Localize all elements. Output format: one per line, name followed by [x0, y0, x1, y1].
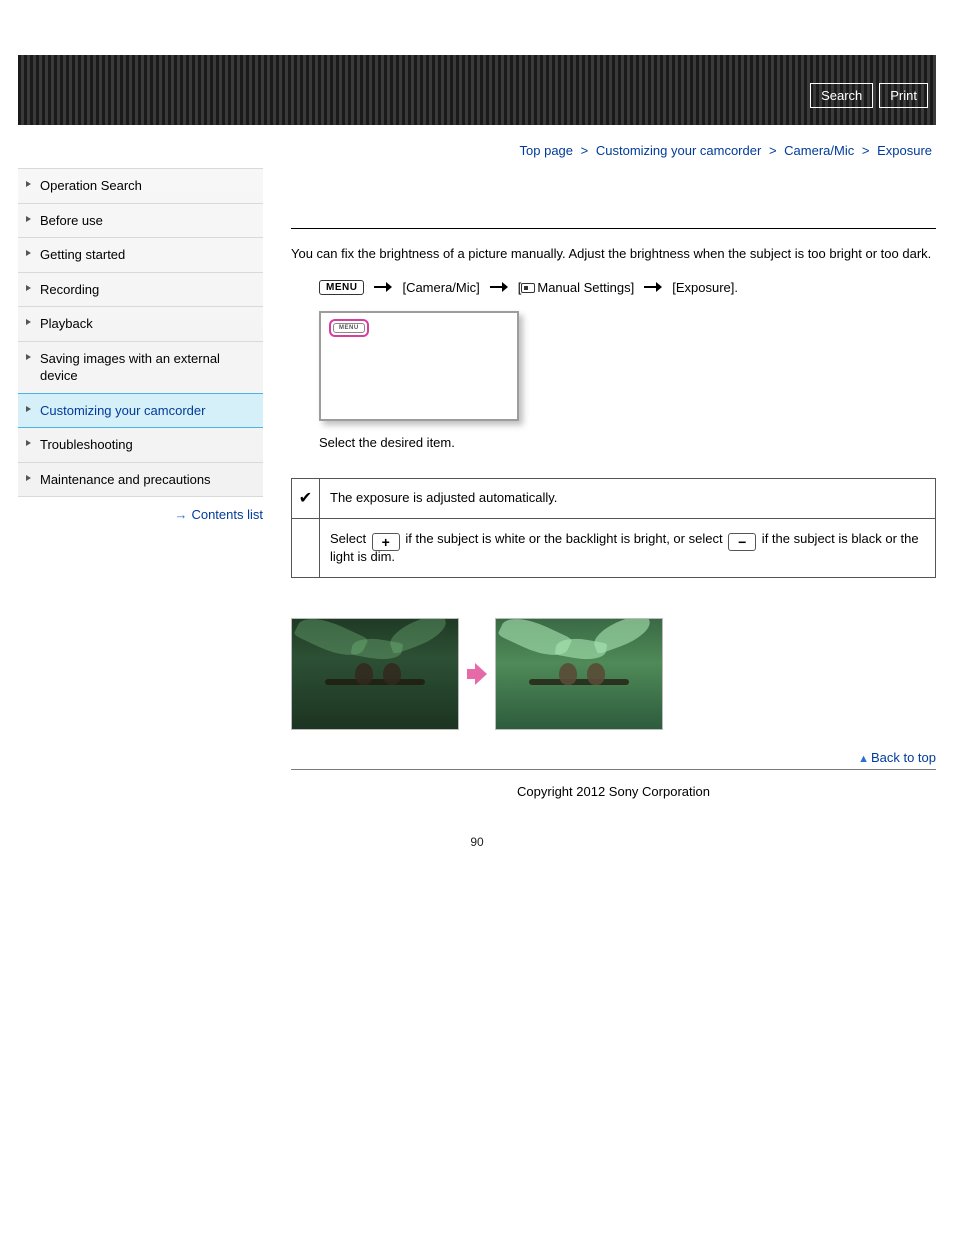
breadcrumb-exposure[interactable]: Exposure [877, 143, 932, 158]
text-fragment: if the subject is white or the backlight… [402, 531, 726, 546]
caption-text: Select the desired item. [291, 435, 936, 450]
sidebar-item-before-use[interactable]: Before use [18, 204, 263, 239]
menu-navigation-path: MENU [Camera/Mic] [Manual Settings] [Exp… [291, 280, 936, 295]
sidebar-item-label: Getting started [40, 247, 125, 262]
breadcrumb-sep: > [862, 143, 870, 158]
arrow-right-icon [644, 283, 662, 291]
arrow-right-icon: → [174, 507, 187, 522]
sidebar-item-maintenance[interactable]: Maintenance and precautions [18, 463, 263, 498]
path-step: [Exposure]. [672, 280, 738, 295]
empty-cell [292, 518, 320, 578]
print-button[interactable]: Print [879, 83, 928, 108]
table-row: Select + if the subject is white or the … [292, 518, 936, 578]
sidebar-item-getting-started[interactable]: Getting started [18, 238, 263, 273]
sidebar-item-troubleshooting[interactable]: Troubleshooting [18, 428, 263, 463]
lcd-screen-illustration: MENU [319, 311, 519, 421]
breadcrumb: Top page > Customizing your camcorder > … [18, 125, 936, 168]
sidebar-item-label: Maintenance and precautions [40, 472, 211, 487]
back-to-top-link[interactable]: ▲Back to top [858, 750, 936, 765]
contents-list-label: Contents list [191, 507, 263, 522]
breadcrumb-sep: > [769, 143, 777, 158]
breadcrumb-customizing[interactable]: Customizing your camcorder [596, 143, 761, 158]
arrow-right-icon [467, 661, 487, 687]
sidebar-item-label: Saving images with an external device [40, 351, 220, 384]
options-table: ✔ The exposure is adjusted automatically… [291, 478, 936, 578]
table-row: ✔ The exposure is adjusted automatically… [292, 478, 936, 518]
arrow-right-icon [490, 283, 508, 291]
sidebar-item-label: Operation Search [40, 178, 142, 193]
arrow-right-icon [374, 283, 392, 291]
sidebar-item-label: Recording [40, 282, 99, 297]
manual-settings-icon [521, 283, 535, 293]
contents-list-link[interactable]: → Contents list [18, 507, 263, 522]
menu-chip-icon: MENU [319, 280, 364, 295]
main-content: You can fix the brightness of a picture … [291, 168, 936, 799]
option-auto-text: The exposure is adjusted automatically. [320, 478, 936, 518]
divider [291, 228, 936, 229]
breadcrumb-camera-mic[interactable]: Camera/Mic [784, 143, 854, 158]
sidebar-item-recording[interactable]: Recording [18, 273, 263, 308]
breadcrumb-top-page[interactable]: Top page [520, 143, 574, 158]
sidebar-item-label: Customizing your camcorder [40, 403, 205, 418]
minus-button-icon: − [728, 533, 756, 551]
path-step-text: Manual Settings] [537, 280, 634, 295]
lcd-menu-highlight: MENU [329, 319, 369, 337]
sidebar-item-label: Troubleshooting [40, 437, 133, 452]
sidebar-item-operation-search[interactable]: Operation Search [18, 169, 263, 204]
copyright-text: Copyright 2012 Sony Corporation [291, 784, 936, 799]
page-number: 90 [0, 835, 954, 849]
sidebar-item-label: Playback [40, 316, 93, 331]
option-manual-text: Select + if the subject is white or the … [320, 518, 936, 578]
checkmark-icon: ✔ [292, 478, 320, 518]
lcd-menu-label: MENU [333, 323, 365, 333]
sidebar-item-saving-images[interactable]: Saving images with an external device [18, 342, 263, 394]
sidebar-item-playback[interactable]: Playback [18, 307, 263, 342]
path-step: [Manual Settings] [518, 280, 634, 295]
photo-before [291, 618, 459, 730]
search-button[interactable]: Search [810, 83, 873, 108]
breadcrumb-sep: > [581, 143, 589, 158]
text-fragment: Select [330, 531, 370, 546]
sidebar-item-customizing[interactable]: Customizing your camcorder [18, 393, 263, 429]
sidebar: Operation Search Before use Getting star… [18, 168, 263, 522]
plus-button-icon: + [372, 533, 400, 551]
comparison-images [291, 618, 936, 730]
header-banner: Search Print [18, 55, 936, 125]
path-step: [Camera/Mic] [402, 280, 479, 295]
triangle-up-icon: ▲ [858, 753, 869, 765]
photo-after [495, 618, 663, 730]
back-to-top-label: Back to top [871, 750, 936, 765]
sidebar-item-label: Before use [40, 213, 103, 228]
intro-text: You can fix the brightness of a picture … [291, 245, 936, 264]
